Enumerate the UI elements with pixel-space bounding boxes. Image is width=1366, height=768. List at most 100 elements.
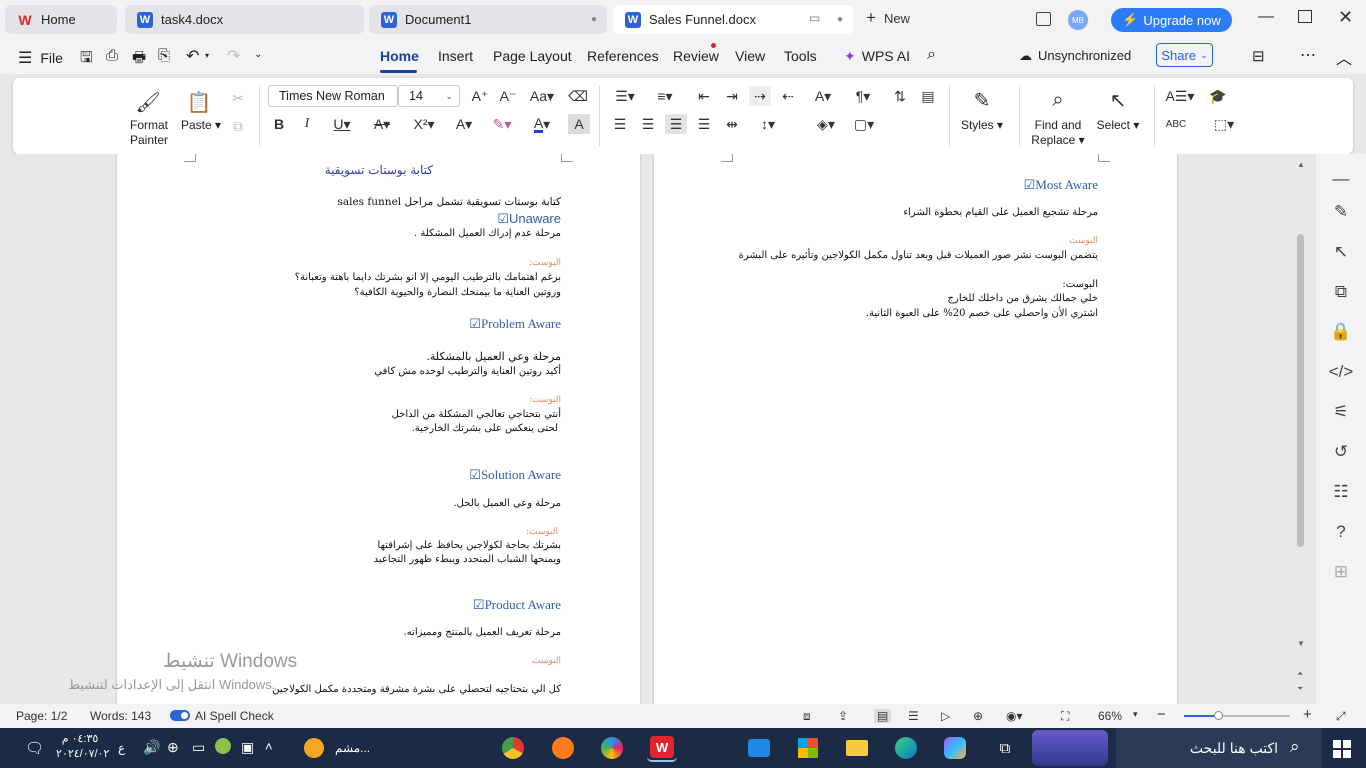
tab-home-ribbon[interactable]: Home [380,48,419,64]
file-explorer-icon[interactable] [842,734,872,762]
new-tab-button[interactable]: + New [866,9,910,26]
ltr-direction-icon[interactable]: ⇠ [777,86,799,106]
pen-icon[interactable]: ✎ [1329,200,1353,224]
page-count[interactable]: Page: 1/2 [16,709,67,723]
zoom-in-icon[interactable]: + [1303,706,1312,723]
volume-icon[interactable]: 🔊 [143,739,160,756]
sync-status[interactable]: ☁ Unsynchronized [1019,48,1131,64]
find-replace-button[interactable]: Find and Replace ▾ [1029,118,1087,148]
tab-home[interactable]: W Home [5,5,117,34]
styles-button[interactable]: Styles ▾ [957,118,1007,133]
borders-icon[interactable]: ▢▾ [849,114,879,134]
chrome-icon[interactable] [498,734,528,762]
italic-icon[interactable]: I [296,114,318,134]
zoom-slider-thumb[interactable] [1214,711,1223,720]
strikethrough-icon[interactable]: A▾ [368,114,396,134]
redo-icon[interactable]: ↷ [227,46,240,66]
zoom-slider[interactable] [1184,711,1290,720]
app-orange-icon[interactable] [548,734,578,762]
more-options-icon[interactable]: ⋯ [1300,45,1316,65]
select-object-icon[interactable]: ⬚▾ [1209,114,1239,134]
upgrade-button[interactable]: ⚡ Upgrade now [1111,8,1232,32]
window-icon[interactable]: ▭ [809,11,820,25]
underline-icon[interactable]: U▾ [328,114,356,134]
avatar[interactable]: MB [1068,10,1088,30]
bullets-icon[interactable]: ☰▾ [611,86,639,106]
export-pdf-icon[interactable]: ⇪ [838,709,848,723]
paragraph-mark-icon[interactable]: ¶▾ [849,86,877,106]
paste-button[interactable]: Paste ▾ [179,118,223,133]
zoom-out-icon[interactable]: − [1157,706,1166,723]
sort-icon[interactable]: ⇅ [889,86,911,106]
copy-icon[interactable]: ⧉ [227,116,249,136]
font-name-select[interactable]: Times New Roman [268,85,398,107]
read-mode-icon[interactable]: ⧈ [803,709,811,724]
prev-page-icon[interactable]: ⏶ [1297,669,1303,679]
next-page-icon[interactable]: ⏷ [1297,684,1303,694]
tab-references[interactable]: References [587,48,659,64]
network-icon[interactable]: ⊕ [167,739,179,756]
language-indicator[interactable]: ع [118,741,125,755]
play-icon[interactable]: ▷ [941,709,950,723]
tab-task4[interactable]: W task4.docx [125,5,364,34]
undo-icon[interactable]: ↶ [186,46,199,66]
align-center-icon[interactable]: ☰ [637,114,659,134]
widgets-image[interactable] [1032,730,1108,766]
minimize-button[interactable]: — [1258,8,1274,26]
highlight-icon[interactable]: ✎▾ [487,114,517,134]
spell-check-toggle[interactable] [170,710,190,721]
meet-icon[interactable]: ▣ [241,739,254,756]
tray-overflow-icon[interactable]: ˄ [265,739,273,754]
unsaved-dot-icon[interactable]: ● [837,14,843,25]
zoom-dropdown-icon[interactable]: ▾ [1133,709,1138,720]
mail-icon[interactable] [744,734,774,762]
spell-check-icon[interactable]: ABC [1165,114,1187,134]
cursor-icon[interactable]: ↖ [1329,240,1353,264]
scroll-thumb[interactable] [1297,234,1304,547]
select-button[interactable]: Select ▾ [1093,118,1143,133]
history-icon[interactable]: ↺ [1329,440,1353,464]
grow-font-icon[interactable]: A⁺ [469,86,491,106]
maximize-button[interactable] [1298,10,1312,23]
tab-tools[interactable]: Tools [784,48,817,64]
char-shading-icon[interactable]: A [568,114,590,134]
distribute-icon[interactable]: ⇹ [721,114,743,134]
copy-doc-icon[interactable]: ⧉ [1329,280,1353,304]
battery-icon[interactable]: ▭ [192,739,205,756]
text-direction-icon[interactable]: A▾ [809,86,837,106]
align-right-icon[interactable]: ☰ [665,114,687,134]
sliders-icon[interactable]: ⚟ [1329,400,1353,424]
export-icon[interactable]: ⎙ [106,47,118,64]
file-menu[interactable]: ☰ File [18,48,63,68]
cut-icon[interactable]: ✂ [227,88,249,108]
format-painter-button[interactable]: Format Painter [121,118,177,148]
weather-label[interactable]: مشم... [335,741,370,755]
bold-icon[interactable]: B [268,114,290,134]
tab-insert[interactable]: Insert [438,48,473,64]
tab-page-layout[interactable]: Page Layout [493,48,572,64]
app-colorful-icon[interactable] [597,734,627,762]
notification-icon[interactable]: 🗨 [25,739,44,757]
vertical-scrollbar[interactable]: ▲ ▼ ⏶ ⏷ [1292,154,1310,704]
code-icon[interactable]: </> [1329,360,1354,384]
increase-indent-icon[interactable]: ⇥ [721,86,743,106]
apps-grid-icon[interactable]: ⊞ [1329,560,1353,584]
font-size-select[interactable]: 14 ⌄ [398,85,460,107]
minus-icon[interactable]: — [1329,167,1353,191]
unsaved-dot-icon[interactable]: ● [591,14,597,25]
graduation-icon[interactable]: 🎓 [1207,86,1229,106]
task-view-icon[interactable]: ⧉ [990,734,1020,762]
share-button[interactable]: Share ⌄ [1156,43,1213,67]
clock[interactable]: ٠٤:٣٥ م ٢٠٢٤/٠٧/٠٢ [56,732,109,762]
font-color-icon[interactable]: A ▾ [527,114,557,134]
word-count[interactable]: Words: 143 [90,709,151,723]
numbering-icon[interactable]: ≡▾ [651,86,679,106]
weather-icon[interactable] [304,738,324,758]
zoom-level[interactable]: 66% [1098,709,1122,723]
start-button[interactable] [1333,740,1351,758]
table-lines-icon[interactable]: ▤ [917,86,939,106]
scroll-up-icon[interactable]: ▲ [1297,160,1305,169]
more-dropdown-icon[interactable]: ⌄ [254,49,262,60]
eye-protection-icon[interactable]: ◉▾ [1006,709,1023,723]
justify-icon[interactable]: ☰ [693,114,715,134]
